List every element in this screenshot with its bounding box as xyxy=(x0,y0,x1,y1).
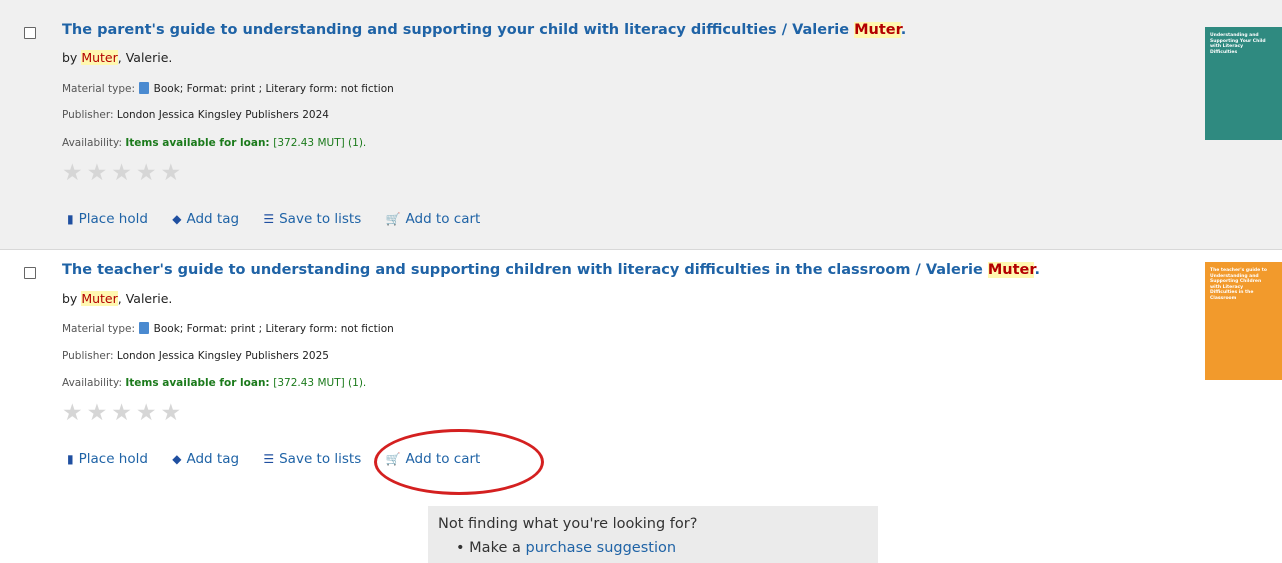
tag-icon: ◆ xyxy=(172,452,182,466)
star-icon[interactable]: ★ xyxy=(136,162,157,185)
star-rating[interactable]: ★ ★ ★ ★ ★ xyxy=(62,402,185,425)
availability: Availability: Items available for loan: … xyxy=(62,137,367,149)
star-icon[interactable]: ★ xyxy=(62,402,83,425)
add-tag-button[interactable]: ◆ Add tag xyxy=(172,451,239,467)
cart-icon: 🛒 xyxy=(385,212,401,226)
select-checkbox[interactable] xyxy=(24,27,36,39)
star-icon[interactable]: ★ xyxy=(161,162,182,185)
star-rating[interactable]: ★ ★ ★ ★ ★ xyxy=(62,162,185,185)
purchase-suggestion-link[interactable]: purchase suggestion xyxy=(525,540,676,556)
list-icon: ☰ xyxy=(263,452,275,466)
add-tag-button[interactable]: ◆ Add tag xyxy=(172,211,239,227)
author-line: by Muter, Valerie. xyxy=(62,291,173,306)
result-actions: ▮ Place hold ◆ Add tag ☰ Save to lists 🛒 Add… xyxy=(67,451,500,467)
material-type: Material type: Book; Format: print ; Lit… xyxy=(62,322,394,335)
book-cover-image[interactable]: The teacher's guide to Understanding and… xyxy=(1205,262,1282,380)
save-to-lists-button[interactable]: ☰ Save to lists xyxy=(263,211,361,227)
material-type: Material type: Book; Format: print ; Lit… xyxy=(62,82,394,95)
add-to-cart-button[interactable]: 🛒 Add to cart xyxy=(386,451,481,467)
star-icon[interactable]: ★ xyxy=(62,162,83,185)
bookmark-icon: ▮ xyxy=(67,212,74,226)
star-icon[interactable]: ★ xyxy=(111,162,132,185)
star-icon[interactable]: ★ xyxy=(161,402,182,425)
select-checkbox[interactable] xyxy=(24,267,36,279)
availability: Availability: Items available for loan: … xyxy=(62,377,367,389)
not-finding-question: Not finding what you're looking for? xyxy=(438,516,698,532)
list-icon: ☰ xyxy=(263,212,275,226)
book-cover-image[interactable]: Understanding and Supporting Your Child … xyxy=(1205,27,1282,140)
star-icon[interactable]: ★ xyxy=(111,402,132,425)
author-line: by Muter, Valerie. xyxy=(62,50,173,65)
author-link[interactable]: Muter xyxy=(81,50,118,65)
book-icon xyxy=(139,82,150,94)
star-icon[interactable]: ★ xyxy=(87,402,108,425)
save-to-lists-button[interactable]: ☰ Save to lists xyxy=(263,451,361,467)
author-link[interactable]: Muter xyxy=(81,291,118,306)
publisher: Publisher: London Jessica Kingsley Publi… xyxy=(62,109,329,121)
search-result-1: The parent's guide to understanding and … xyxy=(0,0,1282,250)
title-highlight: Muter xyxy=(987,262,1035,278)
search-result-2: The teacher's guide to understanding and… xyxy=(0,250,1282,490)
result-title-link[interactable]: The parent's guide to understanding and … xyxy=(62,22,906,38)
title-highlight: Muter xyxy=(854,22,901,38)
cart-icon: 🛒 xyxy=(385,452,401,466)
purchase-suggestion-item: • Make a purchase suggestion xyxy=(456,540,677,556)
result-actions: ▮ Place hold ◆ Add tag ☰ Save to lists 🛒 Add… xyxy=(67,211,500,227)
tag-icon: ◆ xyxy=(172,212,182,226)
place-hold-button[interactable]: ▮ Place hold xyxy=(67,211,148,227)
publisher: Publisher: London Jessica Kingsley Publi… xyxy=(62,350,329,362)
result-title-link[interactable]: The teacher's guide to understanding and… xyxy=(62,262,1040,278)
book-icon xyxy=(139,322,150,334)
place-hold-button[interactable]: ▮ Place hold xyxy=(67,451,148,467)
not-finding-box: Not finding what you're looking for? • M… xyxy=(428,506,878,563)
star-icon[interactable]: ★ xyxy=(87,162,108,185)
add-to-cart-button[interactable]: 🛒 Add to cart xyxy=(386,211,481,227)
bookmark-icon: ▮ xyxy=(67,452,74,466)
star-icon[interactable]: ★ xyxy=(136,402,157,425)
